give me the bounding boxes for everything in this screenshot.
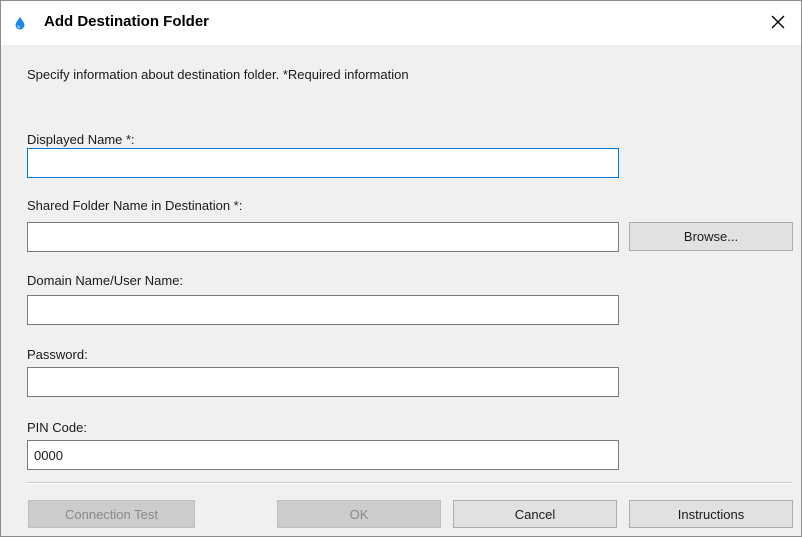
cancel-button[interactable]: Cancel	[453, 500, 617, 528]
browse-button[interactable]: Browse...	[629, 222, 793, 251]
password-input[interactable]	[27, 367, 619, 397]
title-bar[interactable]: Add Destination Folder	[1, 1, 801, 45]
password-label: Password:	[27, 347, 88, 362]
close-icon	[771, 15, 785, 32]
pin-code-input[interactable]	[27, 440, 619, 470]
instruction-text: Specify information about destination fo…	[27, 67, 409, 82]
close-button[interactable]	[755, 1, 801, 45]
water-drop-icon	[13, 16, 27, 30]
displayed-name-label: Displayed Name *:	[27, 132, 135, 147]
displayed-name-input[interactable]	[27, 148, 619, 178]
add-destination-folder-dialog: Add Destination Folder Specify informati…	[0, 0, 802, 537]
instructions-button[interactable]: Instructions	[629, 500, 793, 528]
domain-user-label: Domain Name/User Name:	[27, 273, 184, 288]
window-title: Add Destination Folder	[44, 13, 209, 30]
shared-folder-label: Shared Folder Name in Destination *:	[27, 198, 243, 213]
shared-folder-input[interactable]	[27, 222, 619, 252]
connection-test-button[interactable]: Connection Test	[28, 500, 195, 528]
pin-code-label: PIN Code:	[27, 420, 87, 435]
domain-user-input[interactable]	[27, 295, 619, 325]
ok-button[interactable]: OK	[277, 500, 441, 528]
button-separator	[27, 482, 793, 484]
